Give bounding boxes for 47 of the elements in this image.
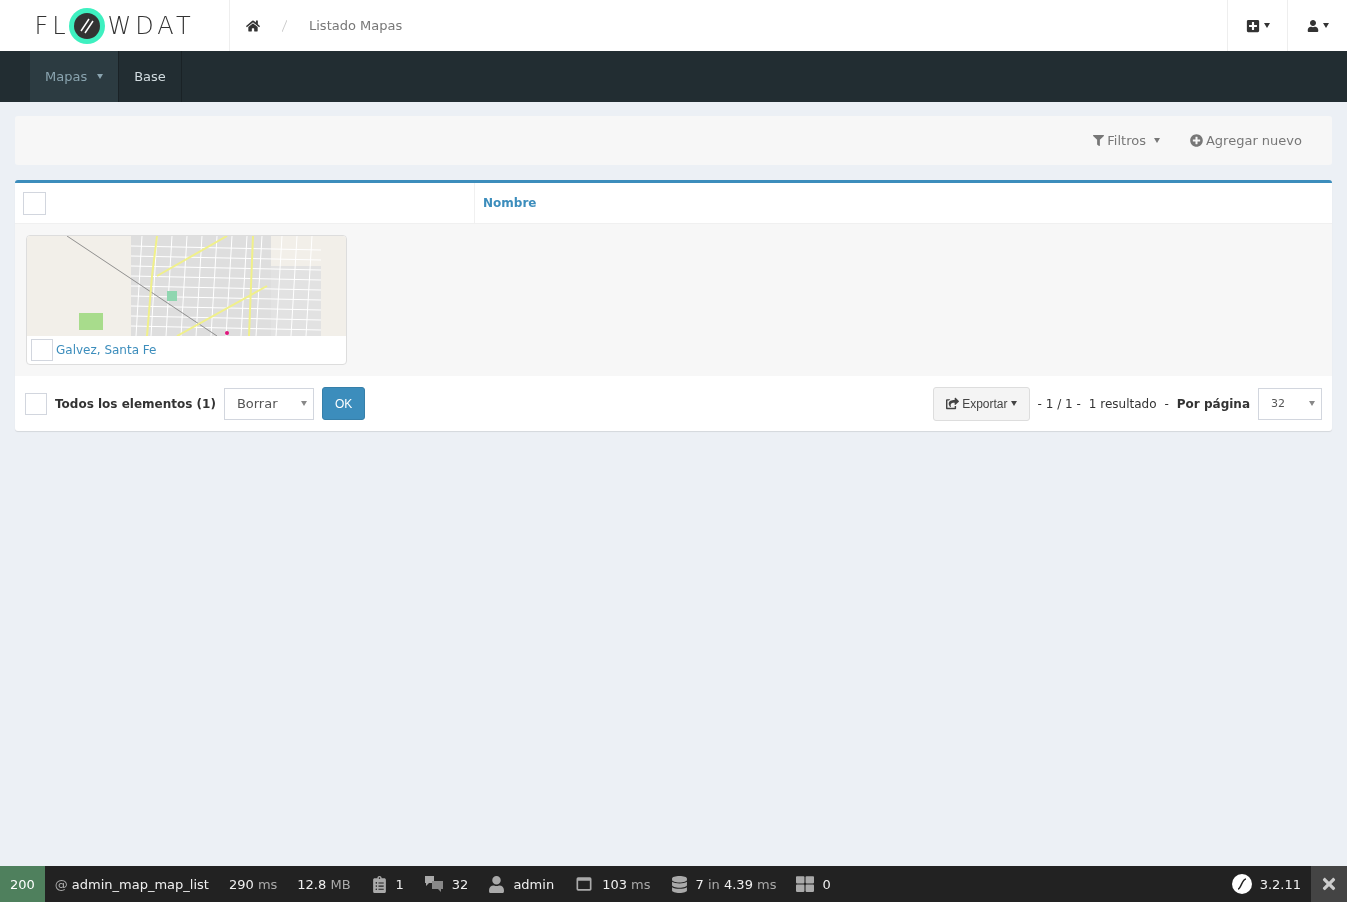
database-icon[interactable] bbox=[670, 875, 688, 893]
close-icon bbox=[1320, 875, 1338, 893]
db-value[interactable]: 7 in 4.39 ms bbox=[695, 876, 777, 892]
time-value[interactable]: 290 ms bbox=[228, 876, 278, 892]
nav-menu-item[interactable]: Base bbox=[119, 51, 182, 102]
logo[interactable]: FL WDAT bbox=[34, 6, 195, 45]
forms-value[interactable]: 0 bbox=[822, 876, 831, 892]
per-page-select[interactable]: 32 bbox=[1258, 387, 1322, 420]
nav-menu-item[interactable]: Mapas bbox=[30, 51, 120, 102]
version-text[interactable]: 3.2.11 bbox=[1259, 876, 1301, 892]
column-header-link[interactable]: Nombre bbox=[483, 196, 537, 210]
share-icon bbox=[946, 397, 960, 410]
slash-separator-icon bbox=[282, 19, 287, 32]
symfony-logo-icon bbox=[1231, 874, 1252, 894]
status-code[interactable]: 200 bbox=[0, 866, 45, 902]
export-button[interactable]: Exportar bbox=[933, 386, 1030, 421]
all-elements-checkbox[interactable] bbox=[25, 392, 47, 415]
person-icon[interactable] bbox=[488, 875, 506, 893]
select-all-checkbox[interactable] bbox=[23, 191, 46, 215]
filter-icon bbox=[1093, 135, 1105, 146]
map-name-link[interactable]: Galvez, Santa Fe bbox=[56, 343, 157, 357]
at-sign: @ bbox=[54, 876, 68, 892]
render-value[interactable]: 103 ms bbox=[602, 876, 651, 892]
translation-icon[interactable] bbox=[423, 875, 444, 893]
translation-value[interactable]: 32 bbox=[451, 876, 469, 892]
per-page-label: Por página bbox=[1176, 396, 1250, 411]
grid-icon[interactable] bbox=[796, 875, 815, 893]
separator-text: - bbox=[1164, 396, 1169, 411]
results-count: 1 resultado bbox=[1088, 396, 1157, 411]
close-button[interactable] bbox=[1311, 866, 1347, 902]
breadcrumb-item: Listado Mapas bbox=[309, 18, 403, 33]
memory-value[interactable]: 12.8 MB bbox=[297, 876, 351, 892]
clipboard-icon[interactable] bbox=[370, 875, 388, 893]
all-elements-label: Todos los elementos (1) bbox=[55, 396, 216, 411]
user-value[interactable]: admin bbox=[513, 876, 555, 892]
filters-link[interactable]: Filtros bbox=[1093, 133, 1160, 148]
add-new-link[interactable]: Agregar nuevo bbox=[1189, 133, 1302, 148]
ok-button[interactable]: OK bbox=[321, 387, 366, 420]
template-icon[interactable] bbox=[574, 874, 595, 894]
batch-action-select[interactable]: Borrar bbox=[223, 387, 314, 420]
pagination-text: - 1 / 1 - bbox=[1037, 396, 1081, 411]
logs-value[interactable]: 1 bbox=[395, 876, 404, 892]
route-name[interactable]: admin_map_map_list bbox=[71, 876, 209, 892]
home-icon[interactable] bbox=[246, 18, 260, 33]
user-icon bbox=[1306, 19, 1319, 32]
item-checkbox[interactable] bbox=[31, 339, 53, 361]
logo-circle-icon bbox=[67, 6, 106, 45]
